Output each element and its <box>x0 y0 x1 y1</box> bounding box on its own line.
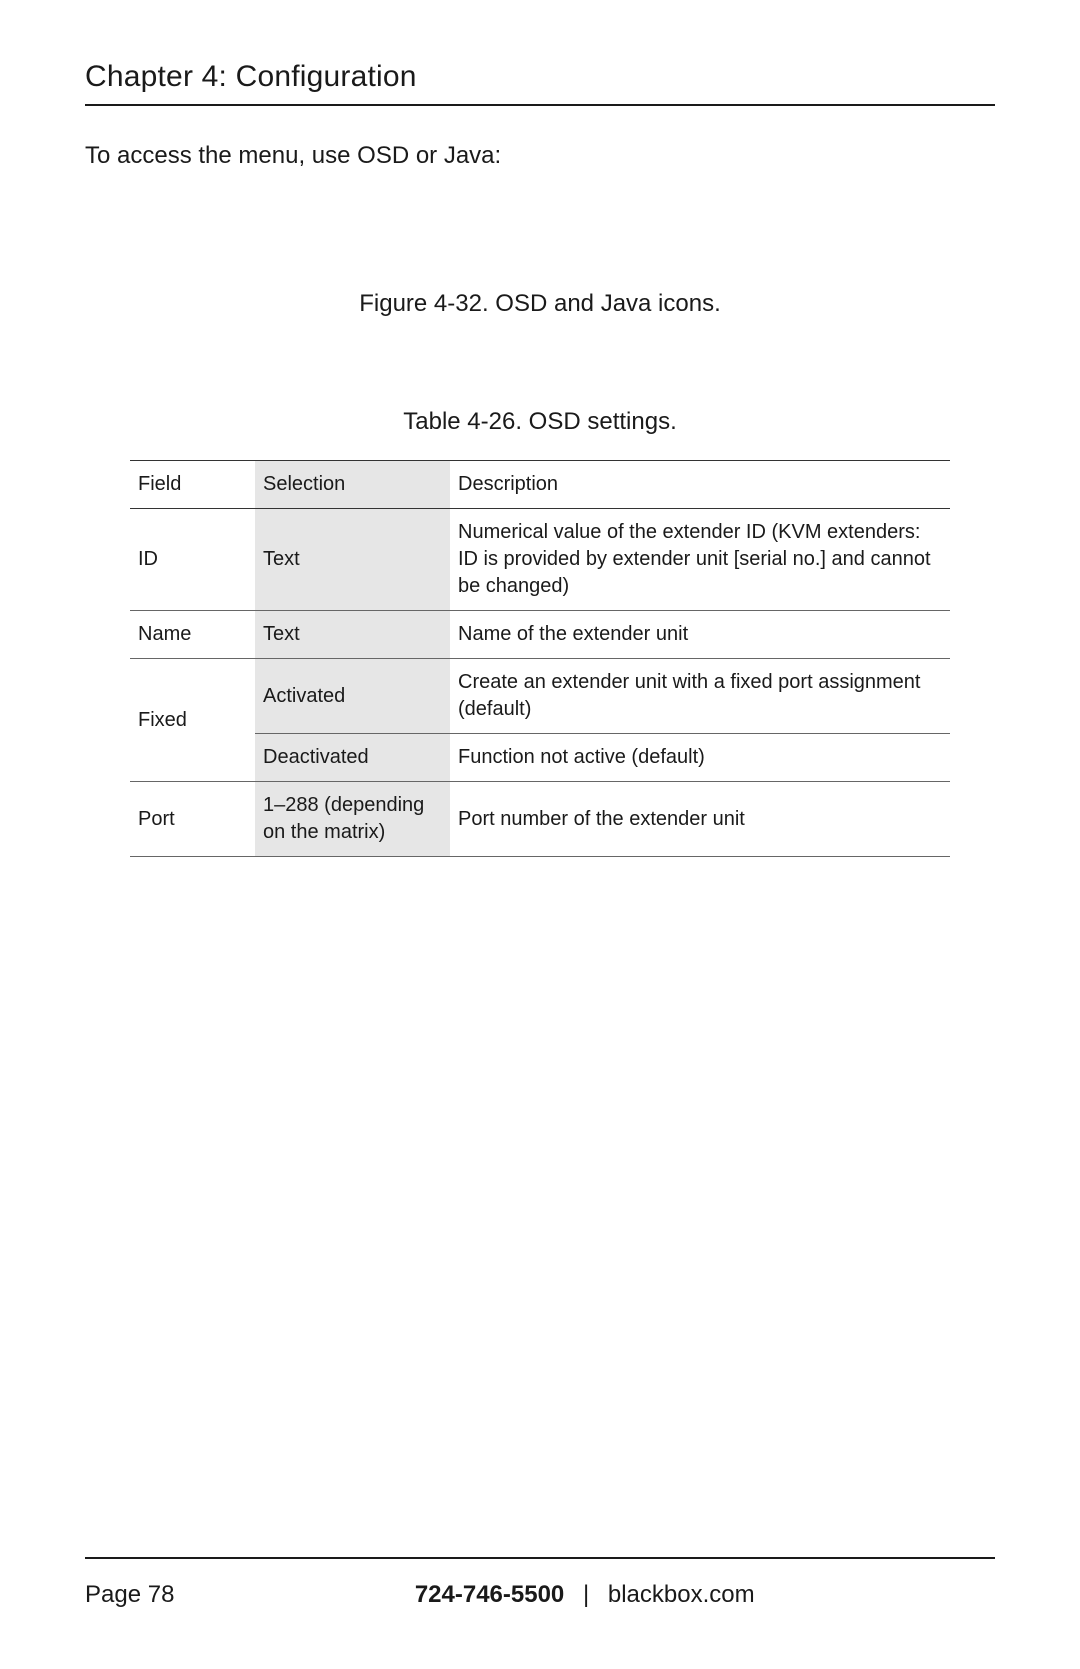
cell-description: Create an extender unit with a fixed por… <box>450 659 950 734</box>
cell-selection: Deactivated <box>255 734 450 782</box>
col-header-selection: Selection <box>255 461 450 509</box>
cell-description: Port number of the extender unit <box>450 782 950 857</box>
cell-field: Fixed <box>130 659 255 782</box>
osd-settings-table: Field Selection Description ID Text Nume… <box>130 460 950 857</box>
table-caption: Table 4-26. OSD settings. <box>85 408 995 436</box>
cell-selection: Text <box>255 509 450 611</box>
intro-text: To access the menu, use OSD or Java: <box>85 142 995 170</box>
footer-site: blackbox.com <box>608 1581 755 1608</box>
cell-selection: 1–288 (depending on the matrix) <box>255 782 450 857</box>
figure-caption: Figure 4-32. OSD and Java icons. <box>85 290 995 318</box>
chapter-title: Chapter 4: Configuration <box>85 60 995 106</box>
table-row: Name Text Name of the extender unit <box>130 611 950 659</box>
col-header-field: Field <box>130 461 255 509</box>
cell-selection: Activated <box>255 659 450 734</box>
col-header-description: Description <box>450 461 950 509</box>
cell-field: Name <box>130 611 255 659</box>
cell-description: Function not active (default) <box>450 734 950 782</box>
cell-field: ID <box>130 509 255 611</box>
table-header-row: Field Selection Description <box>130 461 950 509</box>
cell-description: Name of the extender unit <box>450 611 950 659</box>
footer-separator: | <box>571 1581 601 1608</box>
table-row: ID Text Numerical value of the extender … <box>130 509 950 611</box>
cell-field: Port <box>130 782 255 857</box>
page-footer: Page 78 724-746-5500 | blackbox.com <box>0 1557 1080 1609</box>
cell-selection: Text <box>255 611 450 659</box>
table-row: Fixed Activated Create an extender unit … <box>130 659 950 734</box>
document-page: Chapter 4: Configuration To access the m… <box>0 0 1080 1669</box>
page-number: Page 78 <box>85 1581 174 1609</box>
cell-description: Numerical value of the extender ID (KVM … <box>450 509 950 611</box>
footer-phone: 724-746-5500 <box>415 1581 564 1608</box>
table-row: Port 1–288 (depending on the matrix) Por… <box>130 782 950 857</box>
